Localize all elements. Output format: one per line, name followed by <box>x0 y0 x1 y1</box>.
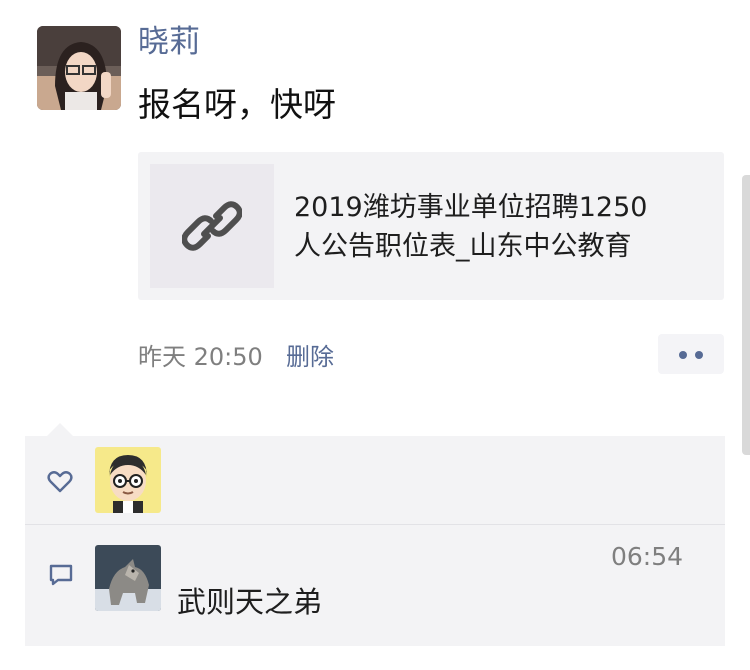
more-dots-icon <box>679 351 687 359</box>
comment-text: 武则天之弟 <box>177 585 323 619</box>
shared-link-card[interactable]: 2019潍坊事业单位招聘1250 人公告职位表_山东中公教育 <box>138 152 724 300</box>
comment-item[interactable]: 06:54 武则天之弟 <box>25 525 725 646</box>
comment-timestamp: 06:54 <box>610 542 683 571</box>
more-dots-icon <box>695 351 703 359</box>
commenter-avatar[interactable] <box>95 545 161 611</box>
post-timestamp: 昨天 20:50 <box>138 343 263 371</box>
link-icon <box>182 201 242 251</box>
post-text: 报名呀，快呀 <box>138 85 336 124</box>
commenter-name-blurred[interactable] <box>177 537 277 577</box>
heart-outline-icon <box>47 471 73 493</box>
delete-button[interactable]: 删除 <box>286 340 334 374</box>
author-avatar[interactable] <box>37 26 121 110</box>
post-author-name[interactable]: 晓莉 <box>138 20 200 64</box>
link-thumbnail <box>150 164 274 288</box>
link-title-line-1: 2019潍坊事业单位招聘1250 <box>294 192 648 223</box>
link-title: 2019潍坊事业单位招聘1250 人公告职位表_山东中公教育 <box>294 188 714 266</box>
panel-pointer <box>47 423 73 436</box>
comment-bubble-icon <box>49 564 73 586</box>
interactions-panel: 06:54 武则天之弟 <box>25 436 725 646</box>
liker-avatar[interactable] <box>95 447 161 513</box>
scrollbar[interactable] <box>742 175 750 455</box>
more-actions-button[interactable] <box>658 334 724 374</box>
likes-row <box>25 436 725 522</box>
link-title-line-2: 人公告职位表_山东中公教育 <box>294 231 632 262</box>
